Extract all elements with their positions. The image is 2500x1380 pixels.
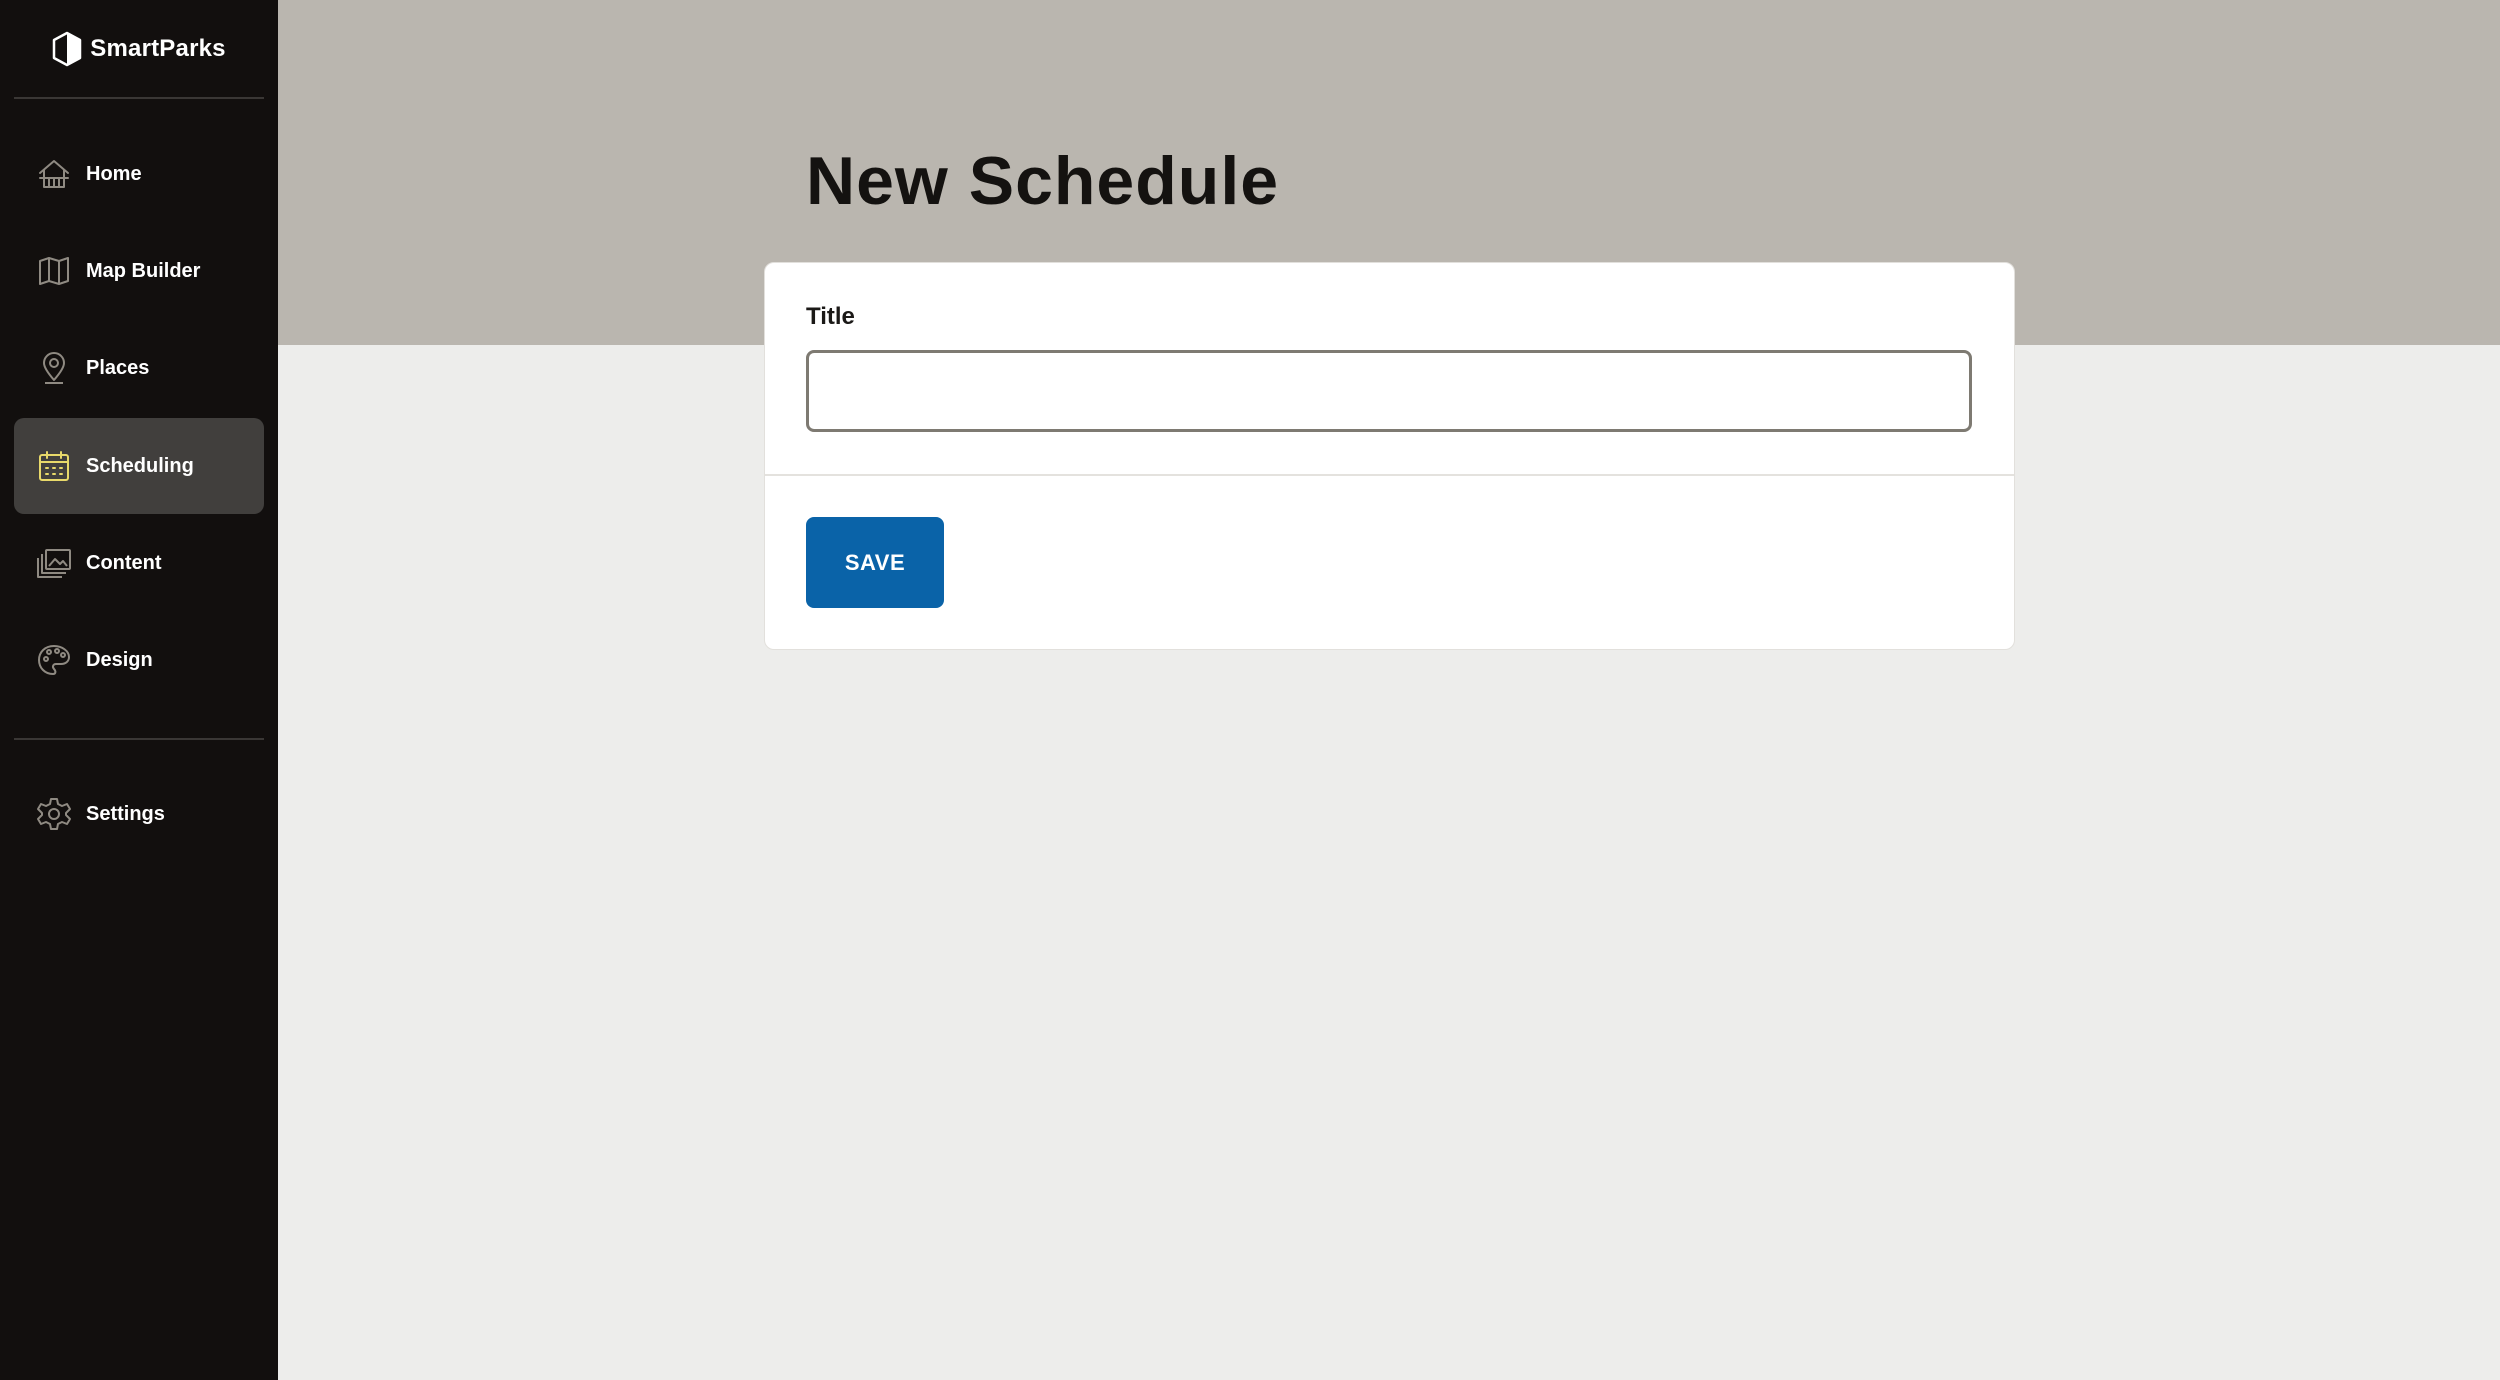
gear-icon bbox=[36, 796, 72, 832]
sidebar: SmartParks Home Map Builder Places Sched… bbox=[0, 0, 278, 1380]
image-gallery-icon bbox=[36, 545, 72, 581]
sidebar-item-label: Places bbox=[86, 356, 150, 379]
page-title: New Schedule bbox=[806, 143, 1280, 219]
brand-name: SmartParks bbox=[90, 34, 226, 62]
home-icon bbox=[36, 156, 72, 192]
smartparks-logo-icon bbox=[53, 31, 82, 66]
card-divider bbox=[765, 474, 2014, 476]
sidebar-item-settings[interactable]: Settings bbox=[14, 766, 264, 862]
sidebar-item-label: Scheduling bbox=[86, 454, 194, 477]
sidebar-item-places[interactable]: Places bbox=[14, 320, 264, 416]
sidebar-item-content[interactable]: Content bbox=[14, 515, 264, 611]
sidebar-item-design[interactable]: Design bbox=[14, 612, 264, 708]
sidebar-item-map-builder[interactable]: Map Builder bbox=[14, 223, 264, 319]
title-input[interactable] bbox=[806, 350, 1972, 432]
sidebar-item-label: Settings bbox=[86, 802, 165, 825]
sidebar-item-label: Map Builder bbox=[86, 259, 201, 282]
schedule-form-card: Title SAVE bbox=[764, 262, 2015, 650]
map-icon bbox=[36, 253, 72, 289]
sidebar-item-label: Design bbox=[86, 648, 153, 671]
sidebar-item-label: Home bbox=[86, 162, 142, 185]
app-root: SmartParks Home Map Builder Places Sched… bbox=[0, 0, 2500, 1380]
save-button[interactable]: SAVE bbox=[806, 517, 944, 608]
sidebar-item-label: Content bbox=[86, 551, 162, 574]
sidebar-item-home[interactable]: Home bbox=[14, 126, 264, 222]
title-field-label: Title bbox=[806, 303, 855, 330]
brand[interactable]: SmartParks bbox=[0, 0, 278, 97]
sidebar-divider-top bbox=[14, 97, 264, 99]
palette-icon bbox=[36, 642, 72, 678]
map-pin-icon bbox=[36, 350, 72, 386]
sidebar-item-scheduling[interactable]: Scheduling bbox=[14, 418, 264, 514]
calendar-icon bbox=[36, 448, 72, 484]
sidebar-divider-bottom bbox=[14, 738, 264, 740]
